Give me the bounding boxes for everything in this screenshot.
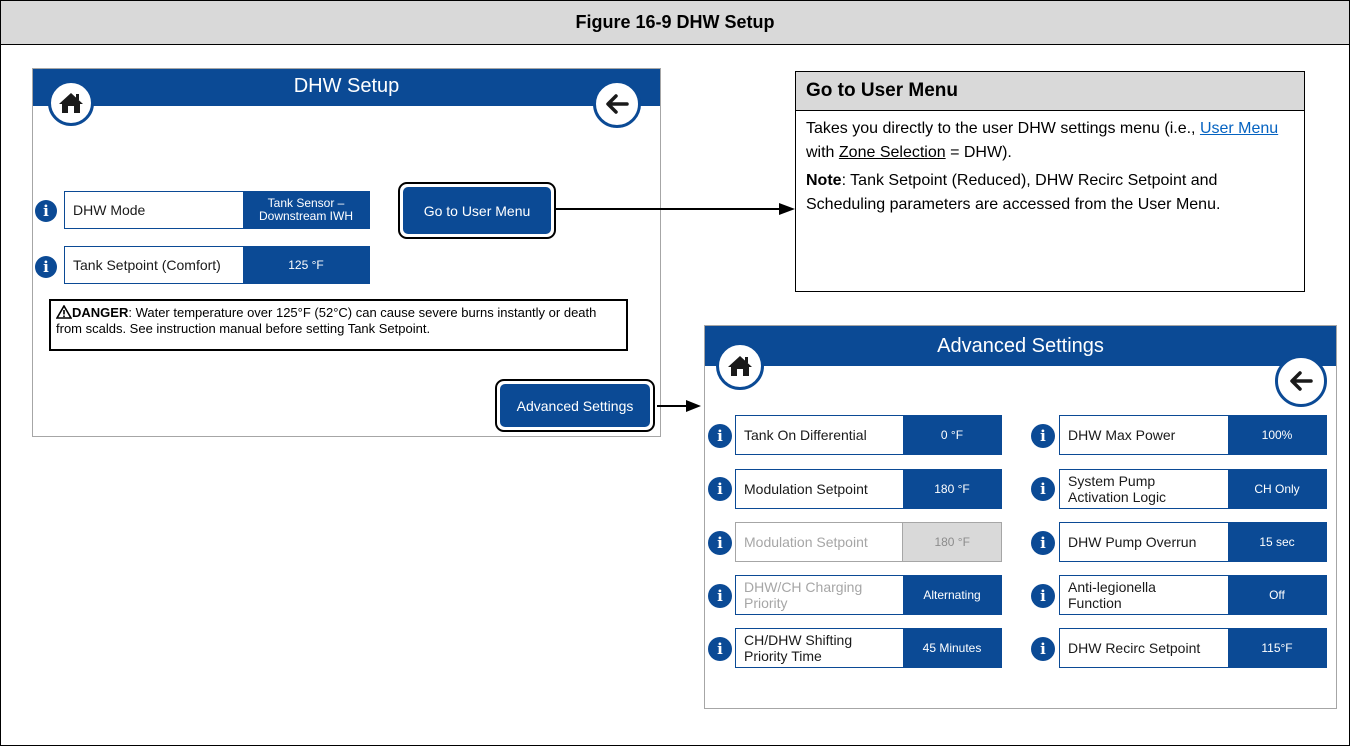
- param-label: Tank Setpoint (Comfort): [65, 247, 243, 283]
- param-label: Tank On Differential: [736, 416, 903, 454]
- param-label-line2: Priority Time: [744, 648, 822, 664]
- param-label: Modulation Setpoint: [736, 523, 903, 561]
- info-icon[interactable]: i: [35, 200, 57, 222]
- param-value: 180 °F: [902, 523, 1001, 561]
- callout-note: Note: Tank Setpoint (Reduced), DHW Recir…: [806, 169, 1294, 217]
- arrowhead: [779, 203, 795, 215]
- go-to-user-menu-button[interactable]: Go to User Menu: [398, 182, 556, 239]
- title-bar: DHW Setup: [33, 69, 660, 106]
- screen-title: DHW Setup: [293, 75, 400, 97]
- figure-frame: Figure 16-9 DHW Setup DHW Setup i DHW Mo…: [0, 0, 1350, 746]
- param-anti-legionella-function[interactable]: Anti-legionella Function Off: [1059, 575, 1327, 615]
- info-icon[interactable]: i: [1031, 637, 1055, 661]
- info-icon[interactable]: i: [1031, 424, 1055, 448]
- info-icon[interactable]: i: [708, 637, 732, 661]
- param-dhw-mode[interactable]: DHW Mode Tank Sensor – Downstream IWH: [64, 191, 370, 229]
- arrowhead: [686, 400, 701, 412]
- callout-title: Go to User Menu: [796, 72, 1304, 111]
- param-label: CH/DHW Shifting Priority Time: [736, 629, 903, 667]
- param-label-line1: System Pump: [1068, 473, 1156, 489]
- info-icon[interactable]: i: [708, 477, 732, 501]
- param-label-line1: DHW/CH Charging: [744, 579, 863, 595]
- param-value[interactable]: 0 °F: [903, 416, 1001, 454]
- callout-text: with: [806, 144, 839, 161]
- info-icon[interactable]: i: [1031, 584, 1055, 608]
- param-label-line1: Anti-legionella: [1068, 579, 1156, 595]
- param-label: DHW Max Power: [1060, 416, 1228, 454]
- back-arrow-icon: [1290, 371, 1313, 391]
- zone-selection-link[interactable]: Zone Selection: [839, 144, 946, 161]
- button-label: Advanced Settings: [500, 384, 650, 427]
- callout-text: Takes you directly to the user DHW setti…: [806, 120, 1200, 137]
- param-modulation-setpoint-disabled: Modulation Setpoint 180 °F: [735, 522, 1002, 562]
- figure-title: Figure 16-9 DHW Setup: [1, 1, 1349, 45]
- info-icon[interactable]: i: [708, 531, 732, 555]
- param-label-line2: Function: [1068, 595, 1122, 611]
- danger-label: DANGER: [72, 305, 129, 320]
- back-arrow-icon: [606, 94, 629, 114]
- back-button[interactable]: [1275, 355, 1327, 407]
- title-bar: Advanced Settings: [705, 326, 1336, 366]
- danger-text: : Water temperature over 125°F (52°C) ca…: [56, 305, 597, 336]
- callout-description: Takes you directly to the user DHW setti…: [806, 117, 1294, 165]
- param-ch-dhw-shifting-priority-time[interactable]: CH/DHW Shifting Priority Time 45 Minutes: [735, 628, 1002, 668]
- param-label: DHW Recirc Setpoint: [1060, 629, 1228, 667]
- note-label: Note: [806, 172, 842, 189]
- info-icon[interactable]: i: [708, 584, 732, 608]
- param-value[interactable]: CH Only: [1228, 470, 1326, 508]
- param-tank-setpoint[interactable]: Tank Setpoint (Comfort) 125 °F: [64, 246, 370, 284]
- note-text: : Tank Setpoint (Reduced), DHW Recirc Se…: [806, 172, 1221, 213]
- info-icon[interactable]: i: [1031, 477, 1055, 501]
- dhw-setup-screen: DHW Setup i DHW Mode Tank Sensor – Downs…: [32, 68, 661, 437]
- param-value[interactable]: 125 °F: [243, 247, 369, 283]
- param-label: Anti-legionella Function: [1060, 576, 1228, 614]
- callout-text: = DHW).: [945, 144, 1012, 161]
- param-modulation-setpoint[interactable]: Modulation Setpoint 180 °F: [735, 469, 1002, 509]
- user-menu-link[interactable]: User Menu: [1200, 120, 1278, 137]
- param-value[interactable]: 180 °F: [903, 470, 1001, 508]
- param-tank-on-differential[interactable]: Tank On Differential 0 °F: [735, 415, 1002, 455]
- advanced-settings-screen: Advanced Settings i Tank On Differential…: [704, 325, 1337, 709]
- param-label-line2: Priority: [744, 595, 788, 611]
- home-button[interactable]: [716, 342, 764, 390]
- info-icon[interactable]: i: [1031, 531, 1055, 555]
- button-label: Go to User Menu: [403, 187, 551, 234]
- param-label-line2: Activation Logic: [1068, 489, 1167, 505]
- param-value[interactable]: 15 sec: [1228, 523, 1326, 561]
- param-value[interactable]: 115°F: [1228, 629, 1326, 667]
- param-value[interactable]: Tank Sensor – Downstream IWH: [243, 192, 369, 228]
- advanced-settings-button[interactable]: Advanced Settings: [495, 379, 655, 432]
- screen-title: Advanced Settings: [937, 335, 1104, 357]
- param-value[interactable]: 100%: [1228, 416, 1326, 454]
- param-label: DHW/CH Charging Priority: [736, 576, 903, 614]
- param-system-pump-activation-logic[interactable]: System Pump Activation Logic CH Only: [1059, 469, 1327, 509]
- back-button[interactable]: [593, 80, 641, 128]
- warning-triangle-icon: [55, 304, 73, 319]
- param-dhw-pump-overrun[interactable]: DHW Pump Overrun 15 sec: [1059, 522, 1327, 562]
- callout-body: Takes you directly to the user DHW setti…: [796, 111, 1304, 227]
- param-label: Modulation Setpoint: [736, 470, 903, 508]
- info-icon[interactable]: i: [35, 256, 57, 278]
- param-label: DHW Pump Overrun: [1060, 523, 1228, 561]
- param-dhw-recirc-setpoint[interactable]: DHW Recirc Setpoint 115°F: [1059, 628, 1327, 668]
- param-value[interactable]: Off: [1228, 576, 1326, 614]
- home-icon: [59, 93, 83, 113]
- info-icon[interactable]: i: [708, 424, 732, 448]
- param-dhw-max-power[interactable]: DHW Max Power 100%: [1059, 415, 1327, 455]
- home-button[interactable]: [48, 80, 94, 126]
- param-label: System Pump Activation Logic: [1060, 470, 1228, 508]
- param-value[interactable]: Alternating: [903, 576, 1001, 614]
- param-label: DHW Mode: [65, 192, 243, 228]
- callout-go-to-user-menu: Go to User Menu Takes you directly to th…: [795, 71, 1305, 292]
- param-value-line2: Downstream IWH: [258, 209, 353, 223]
- param-dhw-ch-charging-priority[interactable]: DHW/CH Charging Priority Alternating: [735, 575, 1002, 615]
- danger-warning: DANGER: Water temperature over 125°F (52…: [49, 299, 628, 351]
- param-value[interactable]: 45 Minutes: [903, 629, 1001, 667]
- param-label-line1: CH/DHW Shifting: [744, 632, 853, 648]
- home-icon: [728, 356, 752, 376]
